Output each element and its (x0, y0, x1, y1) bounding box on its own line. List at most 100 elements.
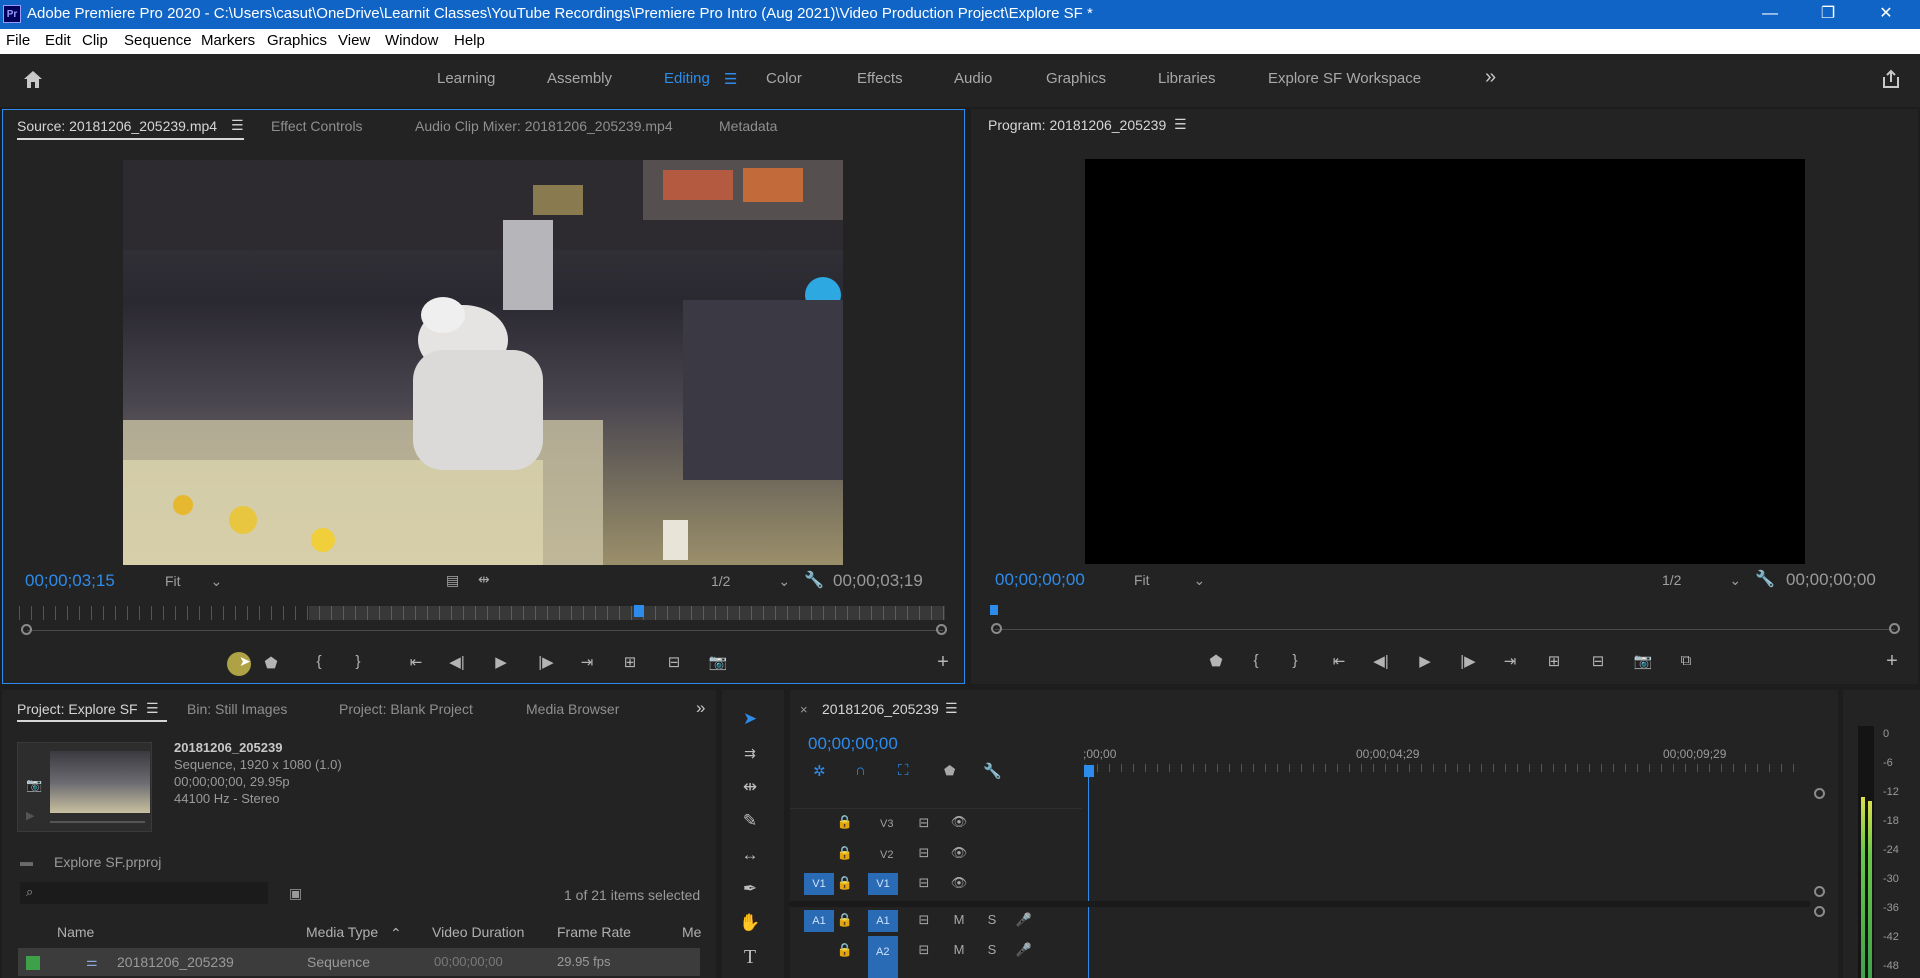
timeline-ruler[interactable] (1085, 764, 1805, 772)
vertical-scroll-handle-audio[interactable] (1814, 906, 1825, 917)
tab-source[interactable]: Source: 20181206_205239.mp4 (17, 118, 217, 134)
tab-project-blank[interactable]: Project: Blank Project (339, 701, 473, 717)
table-row[interactable]: ⚌ 20181206_205239 Sequence 00;00;00;00 2… (18, 948, 700, 976)
comparison-view-icon[interactable]: ⧉ (1674, 652, 1698, 669)
program-panel-menu-icon[interactable]: ☰ (1174, 116, 1187, 133)
eye-icon[interactable]: 👁 (950, 875, 968, 891)
drag-video-only-icon[interactable]: ▤ (446, 572, 459, 589)
timeline-playhead-handle[interactable] (1084, 765, 1094, 777)
mark-out-icon[interactable]: } (1283, 652, 1307, 669)
lock-icon[interactable]: 🔒 (836, 814, 854, 830)
sync-lock-icon[interactable]: ⊟ (915, 845, 933, 861)
menu-file[interactable]: File (6, 32, 30, 49)
type-tool-icon[interactable]: T (736, 944, 764, 970)
source-panel-menu-icon[interactable]: ☰ (231, 117, 244, 134)
add-marker-icon[interactable]: ⬟ (259, 654, 283, 672)
add-marker-icon[interactable]: ⬟ (1204, 652, 1228, 670)
source-playhead[interactable] (634, 605, 645, 617)
workspace-color[interactable]: Color (766, 70, 802, 87)
go-to-out-icon[interactable]: ⇥ (575, 653, 599, 671)
sort-ascending-icon[interactable]: ⌃ (390, 925, 402, 942)
program-resolution-select[interactable]: 1/2 ⌄ (1662, 572, 1741, 589)
workspace-learning[interactable]: Learning (437, 70, 495, 87)
label-color-swatch[interactable] (26, 956, 40, 970)
mute-button[interactable]: M (950, 912, 968, 927)
button-editor-plus-icon[interactable]: + (1880, 650, 1904, 673)
insert-icon[interactable]: ⊞ (618, 653, 642, 671)
export-frame-icon[interactable]: 📷 (706, 653, 730, 671)
menu-markers[interactable]: Markers (201, 32, 255, 49)
lock-icon[interactable]: 🔒 (836, 845, 854, 861)
timeline-settings-wrench-icon[interactable]: 🔧 (983, 762, 1002, 780)
settings-wrench-icon[interactable]: 🔧 (1755, 569, 1775, 589)
source-zoom-select[interactable]: Fit ⌄ (165, 573, 222, 590)
workspace-editing[interactable]: Editing (664, 70, 710, 87)
sync-lock-icon[interactable]: ⊟ (915, 912, 933, 928)
go-to-in-icon[interactable]: ⇤ (404, 653, 428, 671)
program-current-timecode[interactable]: 00;00;00;00 (995, 570, 1085, 590)
share-icon[interactable] (1880, 68, 1902, 90)
video-audio-divider[interactable] (790, 901, 1810, 907)
step-back-icon[interactable]: ◀| (445, 653, 469, 671)
scroll-handle-left[interactable] (991, 623, 1002, 634)
column-video-duration[interactable]: Video Duration (432, 924, 524, 940)
menu-sequence[interactable]: Sequence (124, 32, 192, 49)
button-editor-plus-icon[interactable]: + (931, 651, 955, 674)
menu-graphics[interactable]: Graphics (267, 32, 327, 49)
lock-icon[interactable]: 🔒 (836, 875, 854, 891)
scroll-handle-right[interactable] (936, 624, 947, 635)
tab-metadata[interactable]: Metadata (719, 118, 777, 134)
mute-button[interactable]: M (950, 942, 968, 957)
razor-tool-icon[interactable]: ✎ (736, 808, 764, 834)
step-forward-icon[interactable]: |▶ (534, 653, 558, 671)
track-a2-label[interactable]: A2 (876, 946, 889, 958)
mark-in-icon[interactable]: { (307, 653, 331, 670)
workspace-effects[interactable]: Effects (857, 70, 903, 87)
menu-edit[interactable]: Edit (45, 32, 71, 49)
menu-window[interactable]: Window (385, 32, 438, 49)
selection-tool-icon[interactable]: ➤ (736, 706, 764, 732)
project-panel-menu-icon[interactable]: ☰ (146, 700, 159, 717)
eye-icon[interactable]: 👁 (950, 845, 968, 861)
sync-lock-icon[interactable]: ⊟ (915, 875, 933, 891)
microphone-icon[interactable]: 🎤 (1015, 912, 1033, 928)
source-zoom-scrollbar[interactable] (27, 630, 943, 631)
lock-icon[interactable]: 🔒 (836, 912, 854, 928)
hand-tool-icon[interactable]: ✋ (736, 910, 764, 936)
solo-button[interactable]: S (983, 942, 1001, 957)
scroll-handle-left[interactable] (21, 624, 32, 635)
snap-magnet-icon[interactable]: ∩ (855, 762, 866, 779)
extract-icon[interactable]: ⊟ (1586, 652, 1610, 670)
workspace-audio[interactable]: Audio (954, 70, 992, 87)
drag-audio-only-icon[interactable]: ⇹ (478, 571, 490, 588)
settings-wrench-icon[interactable]: 🔧 (804, 570, 824, 590)
scroll-handle-right[interactable] (1889, 623, 1900, 634)
timeline-panel-menu-icon[interactable]: ☰ (945, 700, 958, 717)
column-frame-rate[interactable]: Frame Rate (557, 924, 631, 940)
overwrite-icon[interactable]: ⊟ (662, 653, 686, 671)
minimize-button[interactable]: — (1750, 2, 1790, 26)
tab-program[interactable]: Program: 20181206_205239 (988, 117, 1166, 133)
source-current-timecode[interactable]: 00;00;03;15 (25, 571, 115, 591)
tab-project-explore-sf[interactable]: Project: Explore SF (17, 701, 138, 717)
workspace-overflow-icon[interactable]: » (1485, 66, 1496, 89)
step-forward-icon[interactable]: |▶ (1456, 652, 1480, 670)
column-media-type[interactable]: Media Type (306, 924, 378, 940)
track-v1-target[interactable]: V1 (868, 873, 898, 895)
workspace-assembly[interactable]: Assembly (547, 70, 612, 87)
track-a1-target[interactable]: A1 (868, 910, 898, 932)
play-icon[interactable]: ▶ (1413, 652, 1437, 670)
home-icon[interactable] (22, 68, 44, 90)
linked-selection-icon[interactable]: ⛶ (898, 762, 909, 779)
microphone-icon[interactable]: 🎤 (1015, 942, 1033, 958)
tab-audio-clip-mixer[interactable]: Audio Clip Mixer: 20181206_205239.mp4 (415, 118, 673, 134)
column-media-start[interactable]: Me (682, 924, 701, 940)
menu-clip[interactable]: Clip (82, 32, 108, 49)
sync-lock-icon[interactable]: ⊟ (915, 815, 933, 831)
tab-media-browser[interactable]: Media Browser (526, 701, 619, 717)
program-playhead[interactable] (990, 605, 998, 615)
workspace-menu-icon[interactable]: ☰ (724, 70, 737, 88)
pen-tool-icon[interactable]: ✒ (736, 876, 764, 902)
search-input[interactable]: ⌕ (20, 882, 268, 904)
sync-lock-icon[interactable]: ⊟ (915, 942, 933, 958)
